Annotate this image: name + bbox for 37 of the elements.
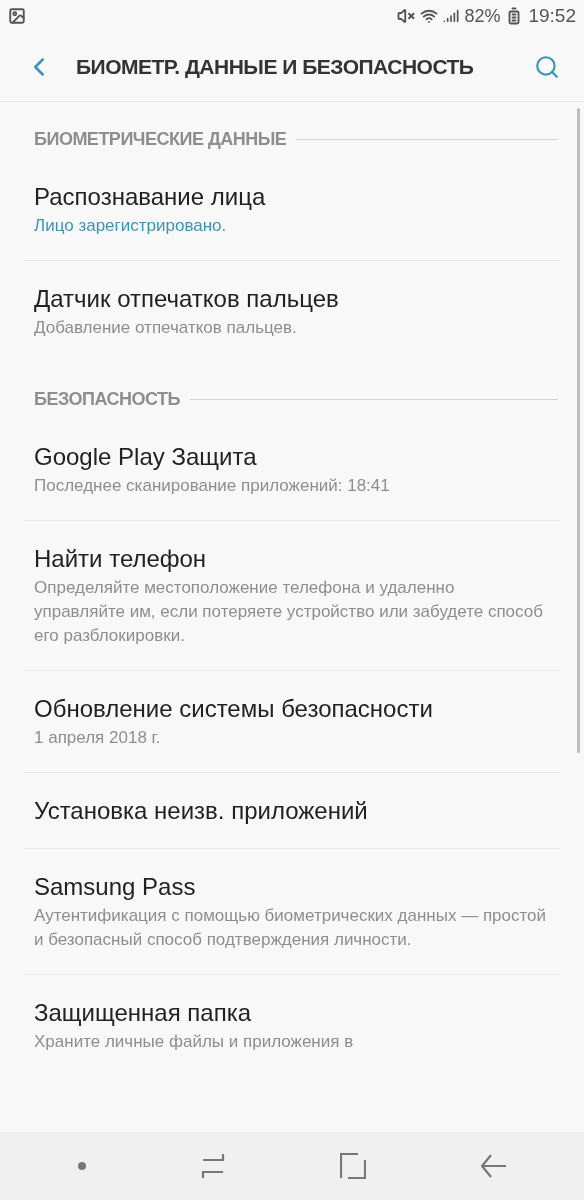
wifi-icon	[420, 7, 439, 25]
item-title: Samsung Pass	[34, 872, 197, 902]
settings-item[interactable]: Установка неизв. приложений	[24, 773, 560, 849]
item-subtitle: 1 апреля 2018 г.	[34, 727, 162, 749]
item-title: Установка неизв. приложений	[34, 796, 369, 826]
item-title: Распознавание лица	[34, 182, 267, 212]
item-title: Защищенная папка	[34, 998, 253, 1028]
recents-button[interactable]	[200, 1153, 225, 1179]
item-subtitle: Последнее сканирование приложений: 18:41	[34, 475, 391, 497]
mute-icon	[397, 7, 416, 25]
signal-icon	[443, 8, 460, 24]
item-title: Обновление системы безопасности	[34, 694, 434, 724]
settings-item[interactable]: Samsung Pass Аутентификация с помощью биометрических данных — простой и безопасный способ подтверждения личности.	[24, 849, 560, 975]
section-header: БЕЗОПАСНОСТЬ	[34, 388, 180, 411]
item-title: Найти телефон	[34, 544, 208, 574]
settings-item[interactable]: Найти телефон Определяйте местоположение телефона и удаленно управляйте им, если потеряете устройство или забудете способ его разблокировки.	[24, 521, 560, 671]
battery-percent: 82%	[464, 4, 501, 28]
page-title: БИОМЕТР. ДАННЫЕ И БЕЗОПАСНОСТЬ	[76, 53, 474, 80]
item-subtitle: Аутентификация с помощью биометрических данных — простой и безопасный способ подтверждения личности.	[34, 905, 548, 951]
settings-item[interactable]: Google Play Защита Последнее сканирование приложений: 18:41	[24, 419, 560, 521]
home-button[interactable]	[339, 1153, 366, 1179]
back-nav-button[interactable]	[480, 1154, 507, 1178]
item-subtitle: Определяйте местоположение телефона и удаленно управляйте им, если потеряете устройство или забудете способ его разблокировки.	[34, 577, 544, 647]
section-header: БИОМЕТРИЧЕСКИЕ ДАННЫЕ	[34, 128, 287, 151]
search-icon	[534, 53, 560, 80]
settings-item[interactable]: Датчик отпечатков пальцев Добавление отпечатков пальцев.	[24, 261, 560, 362]
item-title: Google Play Защита	[34, 442, 258, 472]
item-title: Датчик отпечатков пальцев	[34, 284, 340, 314]
gallery-icon	[8, 7, 26, 25]
search-button[interactable]	[534, 53, 560, 80]
settings-item[interactable]: Распознавание лица Лицо зарегистрировано.	[24, 159, 560, 261]
settings-item[interactable]: Обновление системы безопасности 1 апреля 2018 г.	[24, 671, 560, 773]
item-subtitle: Добавление отпечатков пальцев.	[34, 317, 298, 339]
item-subtitle: Храните личные файлы и приложения в	[34, 1031, 355, 1053]
settings-item[interactable]: Защищенная папка Храните личные файлы и приложения в	[24, 975, 560, 1076]
clock: 19:52	[528, 3, 576, 28]
item-subtitle: Лицо зарегистрировано.	[34, 215, 228, 237]
